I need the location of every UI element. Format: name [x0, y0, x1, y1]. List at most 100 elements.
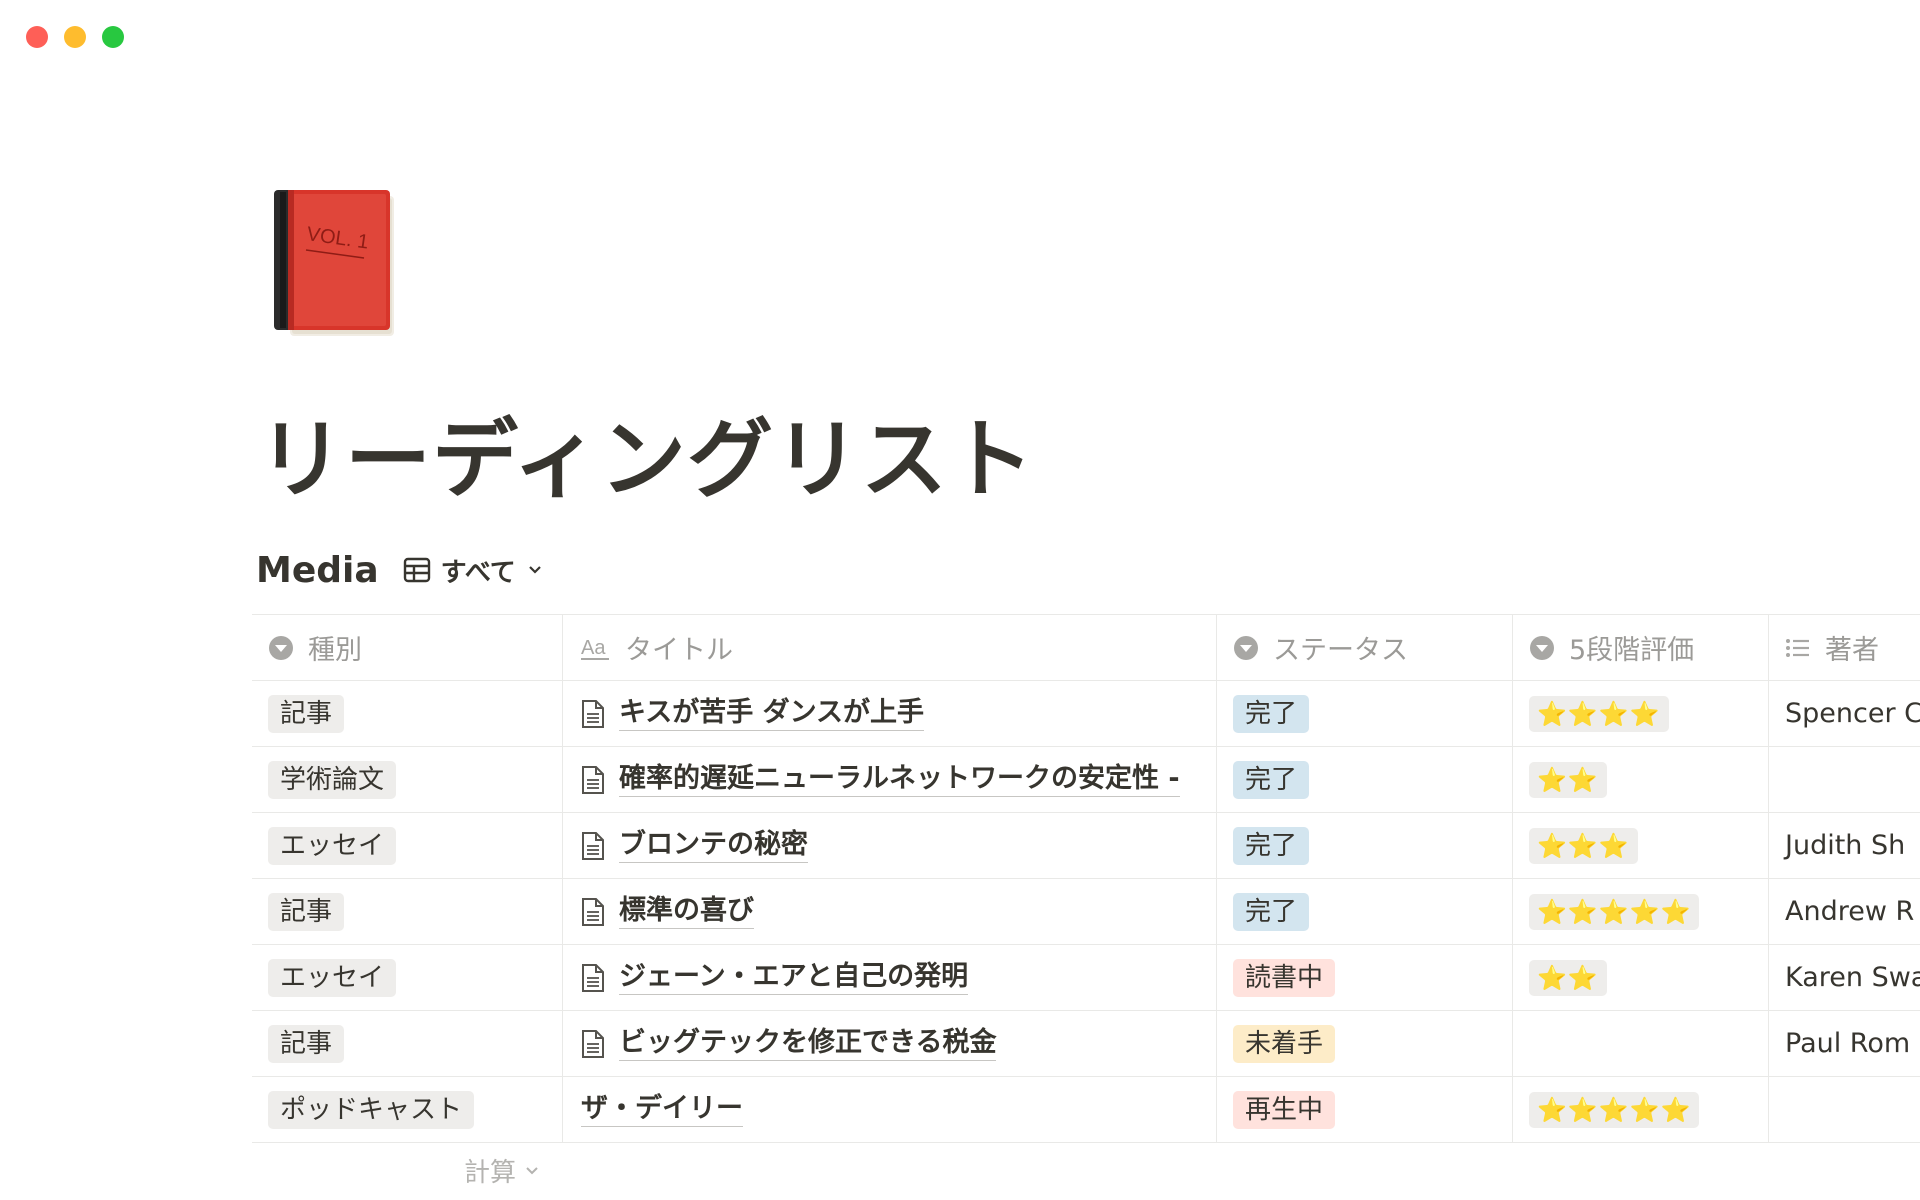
column-header-rating[interactable]: 5段階評価: [1513, 615, 1769, 680]
rating-cell[interactable]: ⭐⭐: [1513, 747, 1769, 812]
type-tag: エッセイ: [268, 958, 397, 997]
minimize-window-button[interactable]: [64, 26, 86, 48]
title-link[interactable]: ブロンテの秘密: [581, 828, 808, 863]
star-rating: ⭐⭐⭐⭐: [1529, 695, 1669, 732]
title-link[interactable]: キスが苦手 ダンスが上手: [581, 696, 925, 731]
svg-text:Aa: Aa: [581, 637, 606, 659]
status-cell[interactable]: 未着手: [1217, 1011, 1513, 1076]
status-cell[interactable]: 完了: [1217, 747, 1513, 812]
column-header-label: ステータス: [1273, 635, 1408, 666]
database-header: Media すべて: [256, 548, 544, 592]
rating-cell[interactable]: ⭐⭐: [1513, 945, 1769, 1010]
select-property-icon: [1529, 635, 1555, 661]
type-cell[interactable]: 記事: [252, 879, 563, 944]
author-cell[interactable]: Judith Sh: [1769, 813, 1920, 878]
status-cell[interactable]: 読書中: [1217, 945, 1513, 1010]
status-cell[interactable]: 完了: [1217, 879, 1513, 944]
table-row[interactable]: 学術論文 確率的遅延ニューラルネットワークの安定性 - 完了 ⭐⭐: [252, 747, 1920, 813]
rating-cell[interactable]: [1513, 1011, 1769, 1076]
list-icon: [1785, 636, 1811, 660]
column-header-label: タイトル: [625, 635, 733, 666]
title-cell[interactable]: ブロンテの秘密: [563, 813, 1217, 878]
table-row[interactable]: エッセイ ジェーン・エアと自己の発明 読書中 ⭐⭐ Karen Swa: [252, 945, 1920, 1011]
status-cell[interactable]: 完了: [1217, 681, 1513, 746]
type-cell[interactable]: エッセイ: [252, 813, 563, 878]
author-cell[interactable]: [1769, 1077, 1920, 1142]
notion-window: VOL. 1 リーディングリスト Media すべて 種別 Aa タイトル ステ…: [0, 0, 1920, 1200]
type-cell[interactable]: エッセイ: [252, 945, 563, 1010]
table-row[interactable]: ポッドキャスト ザ・デイリー 再生中 ⭐⭐⭐⭐⭐: [252, 1077, 1920, 1143]
status-cell[interactable]: 完了: [1217, 813, 1513, 878]
title-link[interactable]: ジェーン・エアと自己の発明: [581, 960, 969, 995]
title-cell[interactable]: ビッグテックを修正できる税金: [563, 1011, 1217, 1076]
type-cell[interactable]: 記事: [252, 1011, 563, 1076]
type-tag: エッセイ: [268, 826, 397, 865]
column-header-author[interactable]: 著者: [1769, 615, 1920, 680]
table-row[interactable]: 記事 標準の喜び 完了 ⭐⭐⭐⭐⭐ Andrew R: [252, 879, 1920, 945]
author-text: Spencer C: [1785, 698, 1920, 729]
title-text: 確率的遅延ニューラルネットワークの安定性 -: [619, 762, 1180, 797]
chevron-down-icon: [524, 1156, 540, 1186]
column-header-title[interactable]: Aa タイトル: [563, 615, 1217, 680]
author-text: Andrew R: [1785, 896, 1915, 927]
title-text: 標準の喜び: [619, 894, 754, 929]
author-cell[interactable]: Karen Swa: [1769, 945, 1920, 1010]
table-icon: [403, 556, 431, 584]
title-link[interactable]: 確率的遅延ニューラルネットワークの安定性 -: [581, 762, 1180, 797]
title-cell[interactable]: キスが苦手 ダンスが上手: [563, 681, 1217, 746]
title-link[interactable]: 標準の喜び: [581, 894, 754, 929]
table-header-row: 種別 Aa タイトル ステータス 5段階評価 著者: [252, 615, 1920, 681]
rating-cell[interactable]: ⭐⭐⭐⭐⭐: [1513, 879, 1769, 944]
title-link[interactable]: ビッグテックを修正できる税金: [581, 1026, 997, 1061]
title-text: ジェーン・エアと自己の発明: [619, 960, 969, 995]
author-cell[interactable]: Spencer C: [1769, 681, 1920, 746]
column-header-status[interactable]: ステータス: [1217, 615, 1513, 680]
title-cell[interactable]: ジェーン・エアと自己の発明: [563, 945, 1217, 1010]
author-cell[interactable]: Paul Rom: [1769, 1011, 1920, 1076]
type-tag: 記事: [268, 892, 345, 931]
calculate-button[interactable]: 計算: [464, 1152, 540, 1189]
select-property-icon: [1233, 635, 1259, 661]
status-tag: 完了: [1233, 760, 1310, 799]
title-cell[interactable]: 確率的遅延ニューラルネットワークの安定性 -: [563, 747, 1217, 812]
document-icon: [581, 963, 605, 993]
table-row[interactable]: エッセイ ブロンテの秘密 完了 ⭐⭐⭐ Judith Sh: [252, 813, 1920, 879]
rating-cell[interactable]: ⭐⭐⭐⭐: [1513, 681, 1769, 746]
title-link[interactable]: ザ・デイリー: [581, 1092, 743, 1127]
author-cell[interactable]: [1769, 747, 1920, 812]
rating-cell[interactable]: ⭐⭐⭐: [1513, 813, 1769, 878]
title-cell[interactable]: 標準の喜び: [563, 879, 1217, 944]
type-cell[interactable]: 学術論文: [252, 747, 563, 812]
title-text: ザ・デイリー: [581, 1092, 743, 1127]
table-body: 記事 キスが苦手 ダンスが上手 完了 ⭐⭐⭐⭐ Spencer C 学術論文 確率的遅延ニュ…: [252, 681, 1920, 1143]
column-header-type[interactable]: 種別: [252, 615, 563, 680]
type-cell[interactable]: ポッドキャスト: [252, 1077, 563, 1142]
chevron-down-icon: [526, 561, 544, 579]
status-tag: 完了: [1233, 826, 1310, 865]
maximize-window-button[interactable]: [102, 26, 124, 48]
author-cell[interactable]: Andrew R: [1769, 879, 1920, 944]
table-row[interactable]: 記事 キスが苦手 ダンスが上手 完了 ⭐⭐⭐⭐ Spencer C: [252, 681, 1920, 747]
title-text: キスが苦手 ダンスが上手: [619, 696, 925, 731]
red-book-icon[interactable]: VOL. 1: [272, 188, 400, 340]
author-text: Karen Swa: [1785, 962, 1920, 993]
page-title[interactable]: リーディングリスト: [258, 405, 1035, 515]
type-tag: ポッドキャスト: [268, 1090, 475, 1129]
title-cell[interactable]: ザ・デイリー: [563, 1077, 1217, 1142]
rating-cell[interactable]: ⭐⭐⭐⭐⭐: [1513, 1077, 1769, 1142]
status-tag: 読書中: [1233, 958, 1336, 997]
status-tag: 完了: [1233, 694, 1310, 733]
table-row[interactable]: 記事 ビッグテックを修正できる税金 未着手 Paul Rom: [252, 1011, 1920, 1077]
type-tag: 記事: [268, 1024, 345, 1063]
document-icon: [581, 699, 605, 729]
type-cell[interactable]: 記事: [252, 681, 563, 746]
column-header-label: 5段階評価: [1569, 635, 1695, 666]
view-label: すべて: [440, 557, 516, 588]
status-tag: 再生中: [1233, 1090, 1336, 1129]
view-selector[interactable]: すべて: [403, 552, 544, 589]
document-icon: [581, 765, 605, 795]
close-window-button[interactable]: [26, 26, 48, 48]
status-cell[interactable]: 再生中: [1217, 1077, 1513, 1142]
author-text: Paul Rom: [1785, 1028, 1911, 1059]
database-title[interactable]: Media: [256, 550, 379, 591]
